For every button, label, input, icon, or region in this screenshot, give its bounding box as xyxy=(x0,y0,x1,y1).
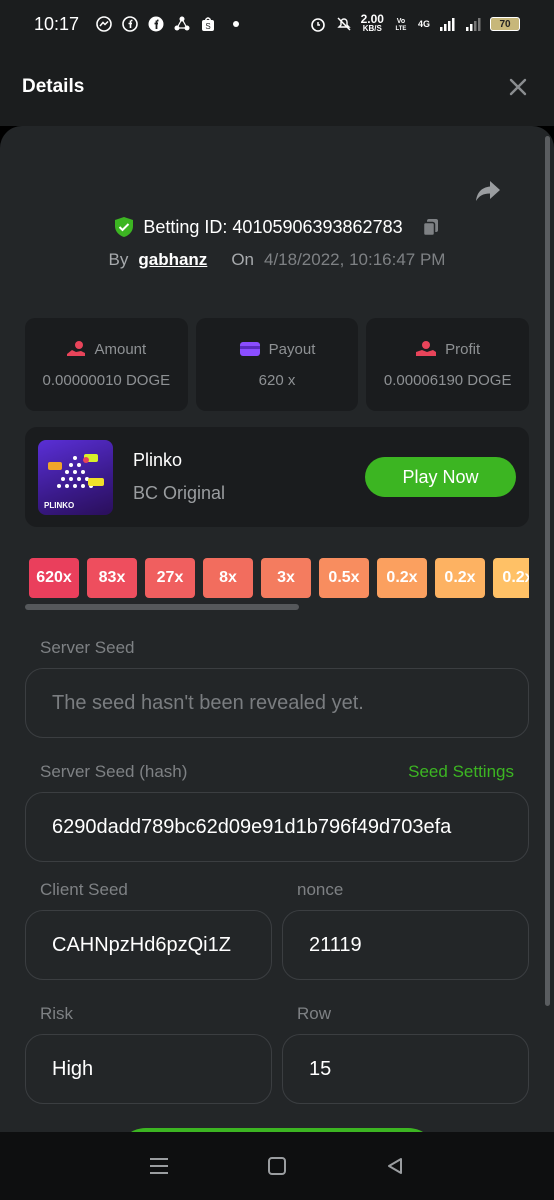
back-button[interactable] xyxy=(383,1154,407,1178)
stat-profit-label: Profit xyxy=(445,340,481,358)
server-seed-hash-field[interactable]: 6290dadd789bc62d09e91d1b796f49d703efa xyxy=(25,792,529,862)
multiplier-chip: 0.2x xyxy=(435,558,485,598)
server-seed-hash-label: Server Seed (hash) xyxy=(40,762,188,781)
shopee-icon: S xyxy=(199,15,217,33)
svg-text:S: S xyxy=(205,22,210,31)
volte-icon: Vo LTE xyxy=(392,15,410,33)
stat-payout-value: 620 x xyxy=(258,371,296,389)
game-name: Plinko xyxy=(133,450,183,470)
on-label: On xyxy=(231,250,254,269)
svg-text:Vo: Vo xyxy=(397,18,405,25)
client-seed-label: Client Seed xyxy=(40,880,128,899)
nonce-field[interactable]: 21119 xyxy=(282,910,529,980)
details-panel: Betting ID: 40105906393862783 By gabhanz… xyxy=(0,126,554,1132)
username-link[interactable]: gabhanz xyxy=(138,250,207,270)
alarm-icon xyxy=(309,15,327,33)
multiplier-chip: 0.2x xyxy=(493,558,529,598)
menu-lines-icon xyxy=(150,1158,168,1174)
signal-icon xyxy=(438,15,456,33)
copy-icon xyxy=(422,219,438,237)
system-nav-bar xyxy=(0,1132,554,1200)
bet-date: 4/18/2022, 10:16:47 PM xyxy=(264,250,446,269)
stat-amount-value: 0.00000010 DOGE xyxy=(42,372,171,389)
game-subtitle: BC Original xyxy=(133,483,226,503)
svg-text:LTE: LTE xyxy=(396,26,407,32)
play-now-button[interactable]: Play Now xyxy=(365,457,516,497)
copy-button[interactable] xyxy=(421,217,441,237)
status-bar: 10:17 S 2.00 KB/S Vo LTE 4G 70 xyxy=(0,0,554,48)
more-notifications-dot xyxy=(233,21,240,27)
home-button[interactable] xyxy=(265,1154,289,1178)
network-type: 4G xyxy=(417,19,430,29)
bet-stats: Amount 0.00000010 DOGE Payout 620 x Prof… xyxy=(25,318,530,411)
seed-settings-link[interactable]: Seed Settings xyxy=(408,762,514,782)
card-icon xyxy=(239,342,260,356)
details-header: Details xyxy=(0,48,554,126)
close-icon xyxy=(509,78,527,96)
game-thumb-label: PLINKO xyxy=(44,500,75,510)
game-info: Plinko BC Original xyxy=(133,450,225,504)
network-speed: 2.00 KB/S xyxy=(360,12,384,33)
battery-icon: 70 xyxy=(490,17,520,31)
recent-apps-button[interactable] xyxy=(147,1154,171,1178)
status-time: 10:17 xyxy=(34,13,80,34)
system-icons: 2.00 KB/S Vo LTE 4G 70 xyxy=(309,12,520,34)
stat-payout-label: Payout xyxy=(268,340,316,358)
by-label: By xyxy=(108,250,129,269)
square-icon xyxy=(268,1157,286,1175)
hand-coin-icon xyxy=(416,341,437,356)
betting-id: Betting ID: 40105906393862783 xyxy=(143,216,403,237)
nonce-label: nonce xyxy=(297,880,344,899)
stat-profit: Profit 0.00006190 DOGE xyxy=(366,318,530,411)
betting-id-row: Betting ID: 40105906393862783 xyxy=(0,216,554,238)
stat-payout: Payout 620 x xyxy=(195,318,359,411)
facebook-filled-icon xyxy=(147,15,165,33)
stat-profit-value: 0.00006190 DOGE xyxy=(383,372,512,389)
multiplier-chip: 0.2x xyxy=(377,558,427,598)
stat-amount-label: Amount xyxy=(94,340,147,358)
bet-meta-row: By gabhanz On 4/18/2022, 10:16:47 PM xyxy=(0,250,554,270)
server-seed-label: Server Seed xyxy=(40,638,135,657)
game-thumbnail[interactable]: PLINKO xyxy=(38,439,113,515)
facebook-icon xyxy=(121,15,139,33)
multiplier-chip: 3x xyxy=(261,558,311,598)
multiplier-strip[interactable]: 620x83x27x8x3x0.5x0.2x0.2x0.2x xyxy=(29,558,529,600)
mute-icon xyxy=(335,15,353,33)
share-icon xyxy=(476,181,500,201)
row-field[interactable]: 15 xyxy=(282,1034,529,1104)
multiplier-chip: 83x xyxy=(87,558,137,598)
page-title: Details xyxy=(22,76,85,97)
multiplier-row: 620x83x27x8x3x0.5x0.2x0.2x0.2x xyxy=(29,558,529,598)
risk-label: Risk xyxy=(40,1004,74,1023)
server-seed-field[interactable]: The seed hasn't been revealed yet. xyxy=(25,668,529,738)
back-triangle-icon xyxy=(388,1158,402,1174)
risk-field[interactable]: High xyxy=(25,1034,272,1104)
recycle-icon xyxy=(173,15,191,33)
shield-check-icon xyxy=(115,217,134,237)
row-label: Row xyxy=(297,1004,332,1023)
stat-amount: Amount 0.00000010 DOGE xyxy=(25,318,188,411)
signal-icon-2 xyxy=(464,15,482,33)
messenger-icon xyxy=(95,15,113,33)
client-seed-field[interactable]: CAHNpzHd6pzQi1Z xyxy=(25,910,272,980)
notification-icons: S xyxy=(95,15,240,33)
multiplier-chip: 620x xyxy=(29,558,79,598)
close-button[interactable] xyxy=(504,73,532,101)
multiplier-chip: 8x xyxy=(203,558,253,598)
share-button[interactable] xyxy=(474,176,504,206)
multiplier-scrollbar[interactable] xyxy=(25,604,299,610)
game-card: PLINKO Plinko BC Original Play Now xyxy=(25,427,529,527)
multiplier-chip: 27x xyxy=(145,558,195,598)
multiplier-chip: 0.5x xyxy=(319,558,369,598)
coins-icon xyxy=(67,341,86,356)
